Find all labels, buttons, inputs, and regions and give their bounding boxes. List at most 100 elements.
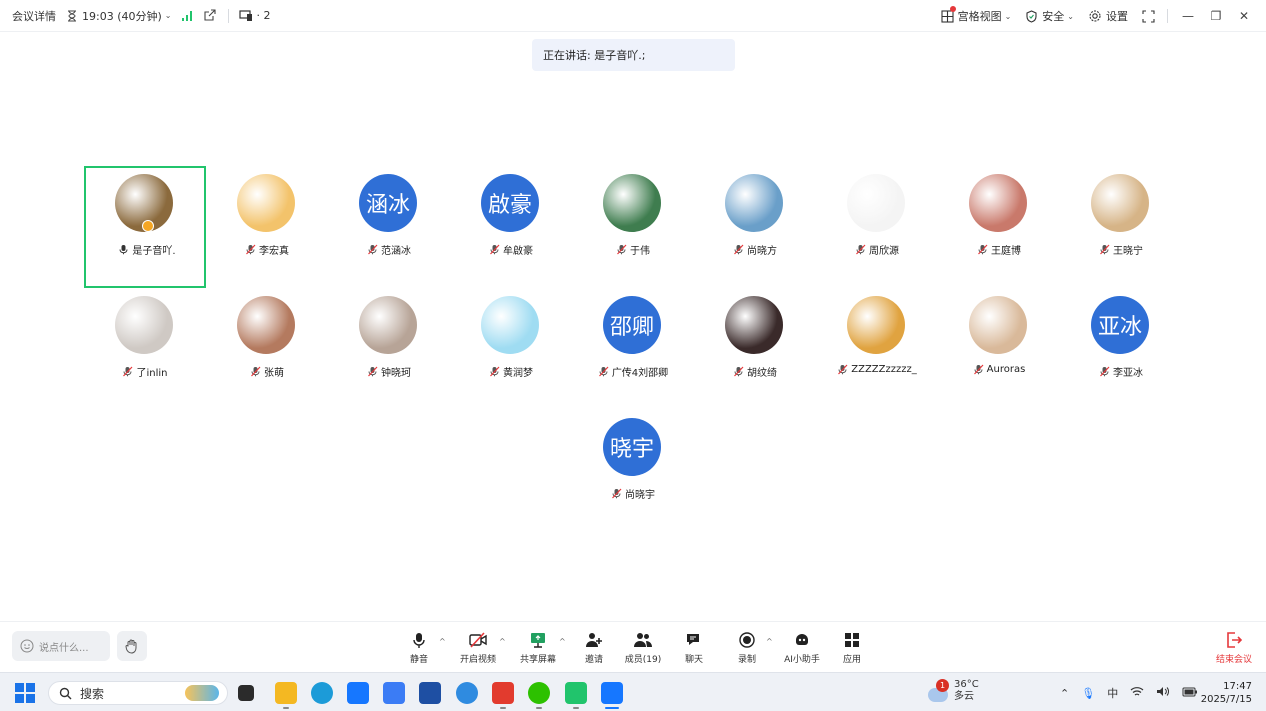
participant-tile[interactable]: 邵卿广传4刘邵卿	[572, 288, 694, 410]
fullscreen-button[interactable]	[1142, 9, 1155, 23]
windows-start-icon[interactable]	[15, 683, 35, 703]
speaking-indicator: 正在讲话: 是子音吖.;	[532, 39, 735, 71]
security-label: 安全	[1042, 10, 1065, 23]
file-explorer-icon[interactable]	[275, 682, 297, 704]
participant-tile[interactable]: 王庭博	[938, 166, 1060, 288]
divider	[228, 8, 230, 23]
security-button[interactable]: 安全 ⌄	[1025, 8, 1074, 24]
users-icon	[634, 633, 652, 647]
meeting-details-link[interactable]: 会议详情	[12, 8, 56, 24]
quick-chat-input[interactable]: 说点什么...	[12, 631, 110, 661]
chat-placeholder: 说点什么...	[39, 642, 89, 654]
avatar	[847, 296, 905, 354]
minimize-button[interactable]: —	[1176, 9, 1200, 23]
devices-indicator[interactable]: · 2	[239, 9, 270, 22]
participant-tile[interactable]: Auroras	[938, 288, 1060, 410]
mic-muted-icon	[368, 366, 378, 377]
restore-button[interactable]: ❐	[1204, 9, 1228, 23]
participant-tile[interactable]: 钟晓珂	[328, 288, 450, 410]
participant-name: 广传4刘邵卿	[611, 368, 669, 379]
participant-name-row: 张萌	[206, 364, 328, 379]
chevron-up-icon[interactable]: ^	[439, 637, 446, 646]
participant-tile[interactable]: 张萌	[206, 288, 328, 410]
meeting-toolbar: 说点什么... 静音 ^ 开启视频 ^ 共享屏幕 ^ 邀请 成员(19) 聊天 …	[0, 621, 1266, 672]
gear-icon	[1089, 10, 1101, 22]
avatar: 涵冰	[359, 174, 417, 232]
participant-tile[interactable]: 周欣源	[816, 166, 938, 288]
battery-icon[interactable]	[1182, 687, 1198, 700]
participant-name-row: 胡纹绮	[694, 364, 816, 379]
chevron-up-icon[interactable]: ^	[499, 637, 506, 646]
participant-tile[interactable]: 晓宇 尚晓宇	[572, 410, 694, 532]
close-button[interactable]: ✕	[1232, 9, 1256, 23]
participant-tile[interactable]: 了inlin	[84, 288, 206, 410]
participant-name-row: 是子音吖.	[86, 242, 208, 257]
duration-indicator[interactable]: 19:03 (40分钟) ⌄	[66, 8, 171, 24]
participant-tile[interactable]: 涵冰 范涵冰	[328, 166, 450, 288]
task-view-icon[interactable]	[238, 685, 254, 701]
raise-hand-button[interactable]	[117, 631, 147, 661]
wechat-icon[interactable]	[528, 682, 550, 704]
emoji-icon	[20, 639, 34, 653]
participant-tile[interactable]: 尚晓方	[694, 166, 816, 288]
participant-name: 张萌	[264, 368, 284, 379]
end-meeting-button[interactable]: 结束会议	[1216, 631, 1252, 665]
chat-button[interactable]: 聊天	[664, 631, 724, 665]
popout-button[interactable]	[203, 9, 217, 22]
apps-button[interactable]: 应用	[822, 631, 882, 665]
participant-tile[interactable]: 李宏真	[206, 166, 328, 288]
input-method-icon[interactable]: 中	[1107, 685, 1118, 701]
share-label: 共享屏幕	[519, 655, 556, 665]
divider	[1167, 9, 1168, 23]
participant-tile[interactable]: 啟豪 牟啟豪	[450, 166, 572, 288]
store-icon[interactable]	[419, 682, 441, 704]
view-switch-button[interactable]: 宫格视图 ⌄	[941, 6, 1011, 24]
participant-tile[interactable]: 是子音吖.	[84, 166, 206, 288]
chat-label: 聊天	[684, 655, 703, 665]
participant-name: 王庭博	[991, 246, 1021, 257]
screen-tool-icon[interactable]	[565, 682, 587, 704]
weather-widget[interactable]: 1 36°C 多云	[928, 679, 979, 703]
notification-dot	[949, 6, 956, 12]
browser-icon[interactable]	[456, 682, 478, 704]
search-label: 搜索	[80, 686, 105, 701]
mic-muted-icon	[490, 244, 500, 255]
signal-indicator[interactable]	[181, 10, 193, 22]
avatar	[847, 174, 905, 232]
mic-on-icon	[119, 245, 128, 255]
participant-tile[interactable]: ZZZZZzzzzz_	[816, 288, 938, 410]
edge-browser-icon[interactable]	[311, 682, 333, 704]
app-copilot-icon[interactable]	[383, 682, 405, 704]
participant-name: ZZZZZzzzzz_	[851, 364, 917, 375]
speaking-label: 正在讲话: 是子音吖.;	[543, 49, 646, 62]
mic-muted-icon	[612, 488, 622, 499]
participant-tile[interactable]: 黄润梦	[450, 288, 572, 410]
search-icon	[59, 687, 72, 699]
host-badge-icon	[142, 220, 154, 232]
participant-tile[interactable]: 亚冰 李亚冰	[1060, 288, 1182, 410]
participant-tile[interactable]: 胡纹绮	[694, 288, 816, 410]
participant-tile[interactable]: 王晓宁	[1060, 166, 1182, 288]
taskbar-search[interactable]: 搜索	[48, 681, 228, 705]
mic-muted-icon	[368, 244, 378, 255]
volume-icon[interactable]	[1156, 686, 1170, 700]
app-mdp-icon[interactable]	[347, 682, 369, 704]
avatar	[969, 296, 1027, 354]
participant-name: 周欣源	[869, 246, 899, 257]
chevron-up-icon[interactable]: ⌃	[1060, 687, 1069, 700]
wps-icon[interactable]	[492, 682, 514, 704]
avatar	[725, 174, 783, 232]
avatar	[725, 296, 783, 354]
avatar: 邵卿	[603, 296, 661, 354]
video-off-icon	[469, 632, 487, 648]
clock[interactable]: 17:47 2025/7/15	[1201, 680, 1252, 706]
settings-button[interactable]: 设置	[1088, 8, 1128, 24]
tencent-meeting-icon[interactable]	[601, 682, 623, 704]
wifi-icon[interactable]	[1130, 686, 1144, 700]
weather-desc: 多云	[954, 691, 974, 702]
external-link-icon	[204, 9, 217, 21]
participant-name-row: 黄润梦	[450, 364, 572, 379]
running-indicator	[573, 707, 579, 709]
participant-tile[interactable]: 于伟	[572, 166, 694, 288]
microphone-icon[interactable]: 🎙︎	[1081, 687, 1095, 700]
